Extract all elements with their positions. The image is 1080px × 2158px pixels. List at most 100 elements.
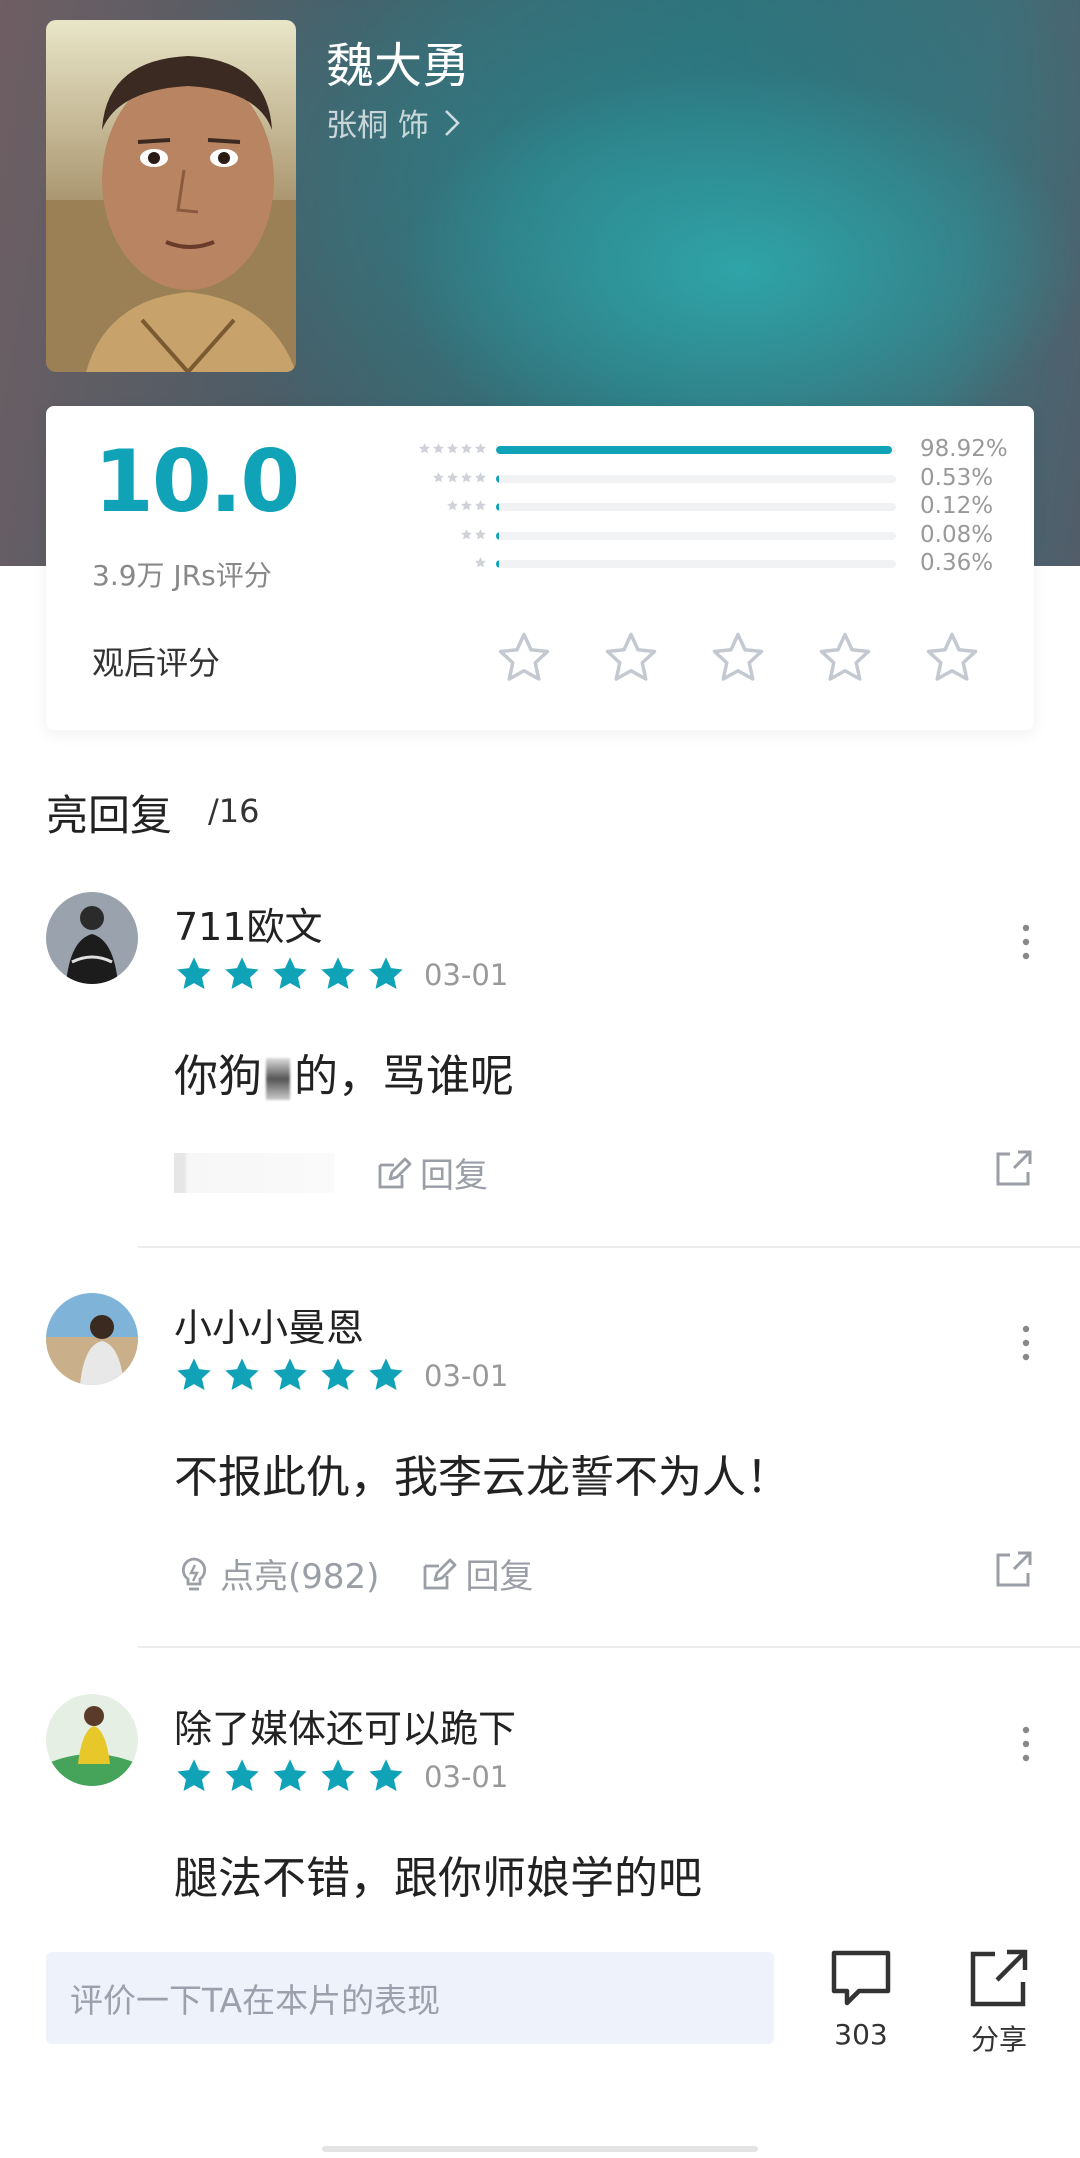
small-star-icon	[433, 443, 444, 454]
distribution-stars	[460, 528, 487, 541]
small-star-icon	[447, 443, 458, 454]
username[interactable]: 除了媒体还可以跪下	[174, 1698, 516, 1753]
character-poster	[46, 20, 296, 372]
rating-distribution: 98.92% 0.53% 0.12% 0.08% 0.36%	[350, 436, 1010, 579]
avatar[interactable]	[46, 1694, 138, 1786]
rate-star-5-icon[interactable]	[922, 628, 982, 688]
distribution-row-1-star: 0.36%	[350, 550, 1010, 579]
rate-star-2-icon[interactable]	[601, 628, 661, 688]
small-star-icon	[475, 557, 486, 568]
small-star-icon	[461, 528, 472, 539]
more-options-icon[interactable]	[1018, 922, 1034, 962]
distribution-bar-fill	[496, 446, 892, 454]
star-filled-icon	[177, 957, 211, 989]
distribution-bar-track	[496, 474, 896, 483]
user-rating-stars	[174, 954, 406, 994]
distribution-stars	[432, 471, 487, 484]
lightbulb-icon	[181, 1557, 207, 1590]
after-watch-rating-label: 观后评分	[92, 644, 221, 682]
actor-link[interactable]: 张桐 饰	[326, 100, 461, 145]
distribution-bar-track	[496, 446, 896, 454]
distribution-percent: 0.08%	[920, 521, 994, 548]
distribution-percent: 0.36%	[920, 550, 994, 576]
reply-button[interactable]: 回复	[374, 1148, 488, 1197]
star-filled-icon	[369, 1759, 403, 1791]
comments-button[interactable]: 303	[806, 1948, 916, 2051]
rating-count: 3.9万 JRs评分	[92, 559, 272, 592]
distribution-bar-track	[496, 531, 896, 540]
small-star-icon	[447, 471, 458, 482]
divider	[138, 1646, 1080, 1648]
small-star-icon	[475, 528, 486, 539]
avatar[interactable]	[46, 1293, 138, 1385]
small-star-icon	[461, 443, 472, 454]
share-button[interactable]: 分享	[944, 1948, 1054, 2058]
small-star-icon	[447, 500, 458, 511]
rate-star-1-icon[interactable]	[494, 628, 554, 688]
username[interactable]: 711欧文	[174, 896, 323, 951]
distribution-row-5-star: 98.92%	[350, 436, 1010, 465]
censored-character	[266, 1058, 290, 1100]
small-star-icon	[461, 500, 472, 511]
share-icon[interactable]	[992, 1148, 1034, 1190]
edit-icon	[424, 1558, 457, 1589]
comment-bubble-icon	[831, 1950, 891, 2006]
distribution-bar-track	[496, 503, 896, 511]
comment-date: 03-01	[424, 1359, 509, 1393]
share-label: 分享	[970, 2023, 1027, 2056]
star-filled-icon	[321, 1358, 355, 1390]
like-button[interactable]: 点亮(982)	[174, 1549, 379, 1598]
user-rating-stars	[174, 1756, 406, 1796]
comment-text: 腿法不错，跟你师娘学的吧	[174, 1853, 702, 1904]
divider	[138, 1246, 1080, 1248]
hot-replies-count: /16	[208, 792, 260, 830]
distribution-bar-fill	[496, 531, 499, 540]
star-filled-icon	[225, 1358, 259, 1390]
small-star-icon	[475, 500, 486, 511]
star-filled-icon	[321, 1759, 355, 1791]
small-star-icon	[475, 471, 486, 482]
rating-card: 10.0 3.9万 JRs评分 98.92% 0.53% 0.12% 0.08% 0.3…	[46, 406, 1034, 730]
average-score: 10.0	[94, 432, 300, 532]
actor-link-label: 张桐 饰	[326, 108, 429, 144]
small-star-icon	[475, 443, 486, 454]
distribution-bar-track	[496, 560, 896, 568]
share-icon[interactable]	[992, 1549, 1034, 1591]
more-options-icon[interactable]	[1018, 1724, 1034, 1764]
distribution-stars	[418, 442, 487, 455]
distribution-row-3-star: 0.12%	[350, 493, 1010, 522]
like-button-obscured[interactable]	[174, 1152, 334, 1193]
home-indicator	[322, 2146, 758, 2152]
star-filled-icon	[177, 1358, 211, 1390]
star-filled-icon	[273, 1358, 307, 1390]
review-input[interactable]: 评价一下TA在本片的表现	[46, 1952, 774, 2044]
comment-actions: 回复	[174, 1148, 528, 1197]
share-icon	[970, 1949, 1028, 2007]
rate-star-3-icon[interactable]	[708, 628, 768, 688]
distribution-percent: 98.92%	[920, 436, 1008, 462]
comment-actions: 点亮(982) 回复	[174, 1549, 573, 1598]
more-options-icon[interactable]	[1018, 1323, 1034, 1363]
star-filled-icon	[273, 1759, 307, 1791]
distribution-bar-fill	[496, 560, 499, 568]
reply-button[interactable]: 回复	[419, 1549, 533, 1598]
rate-stars	[494, 628, 982, 688]
distribution-percent: 0.53%	[920, 464, 994, 491]
hot-replies-title: 亮回复	[46, 791, 173, 840]
edit-icon	[378, 1157, 412, 1188]
distribution-bar-fill	[496, 474, 499, 483]
star-filled-icon	[369, 1358, 403, 1390]
distribution-row-2-star: 0.08%	[350, 522, 1010, 551]
avatar[interactable]	[46, 892, 138, 984]
username[interactable]: 小小小曼恩	[174, 1297, 364, 1352]
comment-date: 03-01	[424, 1760, 509, 1794]
star-filled-icon	[369, 957, 403, 989]
star-filled-icon	[321, 957, 355, 989]
comment-text: 你狗 的，骂谁呢	[174, 1051, 514, 1102]
distribution-stars	[446, 499, 487, 512]
bottom-bar: 评价一下TA在本片的表现 303 分享	[0, 1920, 1080, 2158]
rate-star-4-icon[interactable]	[815, 628, 875, 688]
chevron-right-icon	[444, 109, 460, 136]
small-star-icon	[433, 471, 444, 482]
character-name: 魏大勇	[326, 38, 471, 94]
